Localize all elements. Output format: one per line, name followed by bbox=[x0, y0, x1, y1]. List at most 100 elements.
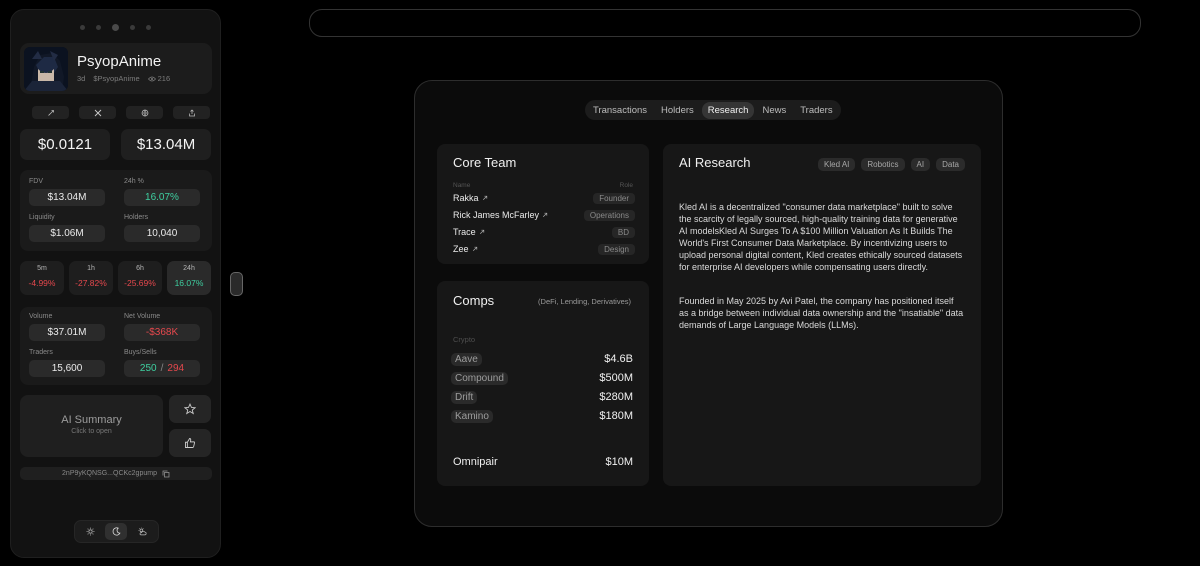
research-tag[interactable]: AI bbox=[910, 158, 931, 171]
ai-summary-button[interactable]: AI Summary Click to open bbox=[20, 395, 163, 457]
team-member-name[interactable]: Trace bbox=[453, 227, 485, 237]
timeframe-5m[interactable]: 5m -4.99% bbox=[20, 261, 64, 295]
timeframe-label: 1h bbox=[87, 265, 95, 272]
like-button[interactable] bbox=[169, 429, 211, 457]
buys-sells-value: 250 / 294 bbox=[124, 360, 200, 377]
moon-icon bbox=[112, 527, 121, 536]
core-team-card: Core Team Name Role Rakka Founder Rick J… bbox=[437, 144, 649, 264]
role-column-header: Role bbox=[619, 182, 633, 189]
token-stats-panel: FDV $13.04M 24h % 16.07% Liquidity $1.06… bbox=[20, 170, 212, 251]
social-links bbox=[32, 106, 210, 119]
token-age: 3d bbox=[77, 74, 86, 83]
x-link-button[interactable] bbox=[79, 106, 116, 119]
team-member-role: Operations bbox=[583, 209, 635, 221]
website-link-button[interactable] bbox=[126, 106, 163, 119]
external-link-icon bbox=[542, 212, 548, 218]
research-tag[interactable]: Robotics bbox=[861, 158, 905, 171]
net-volume-value: -$368K bbox=[124, 324, 200, 341]
timeframe-label: 5m bbox=[37, 265, 47, 272]
timeframe-value: 16.07% bbox=[174, 278, 204, 288]
dark-theme-button[interactable] bbox=[105, 523, 128, 540]
fdv-value: $13.04M bbox=[29, 189, 105, 206]
research-tag[interactable]: Kled AI bbox=[818, 158, 856, 171]
comp-row: Drift $280M bbox=[451, 390, 633, 404]
token-name: PsyopAnime bbox=[77, 53, 162, 70]
tab-transactions[interactable]: Transactions bbox=[587, 102, 653, 119]
comps-subtitle: (DeFi, Lending, Derivatives) bbox=[538, 297, 631, 306]
share-button[interactable] bbox=[173, 106, 210, 119]
copy-icon[interactable] bbox=[162, 470, 170, 478]
team-member-name[interactable]: Rick James McFarley bbox=[453, 210, 548, 220]
comp-value: $280M bbox=[599, 391, 633, 403]
team-member-row[interactable]: Rick James McFarley Operations bbox=[453, 208, 635, 222]
tab-news[interactable]: News bbox=[756, 102, 792, 119]
x-icon bbox=[94, 109, 101, 116]
page-dot[interactable] bbox=[80, 25, 85, 30]
search-bar[interactable] bbox=[309, 9, 1141, 37]
research-tag[interactable]: Data bbox=[936, 158, 965, 171]
market-cap: $13.04M bbox=[121, 129, 211, 160]
rocket-icon bbox=[47, 109, 54, 116]
team-member-name[interactable]: Zee bbox=[453, 244, 478, 254]
self-comp-name: Omnipair bbox=[453, 456, 498, 468]
share-icon bbox=[188, 108, 195, 116]
timeframe-value: -25.69% bbox=[124, 278, 156, 288]
team-member-row[interactable]: Zee Design bbox=[453, 242, 635, 256]
liquidity-value: $1.06M bbox=[29, 225, 105, 242]
comps-title: Comps bbox=[453, 293, 495, 308]
timeframe-6h[interactable]: 6h -25.69% bbox=[118, 261, 162, 295]
buys-count: 250 bbox=[139, 363, 157, 374]
token-meta: 3d $PsyopAnime 216 bbox=[77, 74, 170, 83]
page-dot-active[interactable] bbox=[112, 24, 119, 31]
team-member-row[interactable]: Trace BD bbox=[453, 225, 635, 239]
research-tags: Kled AI Robotics AI Data bbox=[818, 158, 965, 171]
tab-research[interactable]: Research bbox=[701, 101, 755, 119]
page-dot[interactable] bbox=[96, 25, 101, 30]
team-member-role: Design bbox=[598, 243, 635, 255]
comp-row: Compound $500M bbox=[451, 371, 633, 385]
core-team-title: Core Team bbox=[453, 155, 517, 170]
buys-sells-separator: / bbox=[160, 363, 164, 374]
timeframe-1h[interactable]: 1h -27.82% bbox=[69, 261, 113, 295]
volume-panel: Volume $37.01M Net Volume -$368K Traders… bbox=[20, 307, 212, 385]
contract-address[interactable]: 2nP9yKQNSG...QCKc2gpump bbox=[20, 467, 212, 480]
comp-name: Aave bbox=[451, 352, 482, 366]
tab-traders[interactable]: Traders bbox=[794, 102, 838, 119]
light-theme-button[interactable] bbox=[79, 523, 101, 540]
comps-card: Comps (DeFi, Lending, Derivatives) Crypt… bbox=[437, 281, 649, 486]
team-member-row[interactable]: Rakka Founder bbox=[453, 191, 635, 205]
theme-switcher bbox=[74, 520, 159, 543]
launch-link-button[interactable] bbox=[32, 106, 69, 119]
traders-value: 15,600 bbox=[29, 360, 105, 377]
thumbs-up-icon bbox=[185, 438, 196, 448]
research-paragraph: Founded in May 2025 by Avi Patel, the co… bbox=[679, 296, 964, 330]
star-icon bbox=[184, 403, 196, 415]
member-name-text: Zee bbox=[453, 244, 469, 254]
timeframe-label: 24h bbox=[183, 265, 195, 272]
view-count: 216 bbox=[147, 74, 170, 83]
token-sidebar: PsyopAnime 3d $PsyopAnime 216 $0.0121 $1… bbox=[10, 9, 221, 558]
page-dot[interactable] bbox=[146, 25, 151, 30]
team-member-role: Founder bbox=[593, 192, 635, 204]
auto-theme-button[interactable] bbox=[132, 523, 154, 540]
favorite-button[interactable] bbox=[169, 395, 211, 423]
member-name-text: Rick James McFarley bbox=[453, 210, 540, 220]
member-name-text: Rakka bbox=[453, 193, 479, 203]
page-dot[interactable] bbox=[130, 25, 135, 30]
holders-label: Holders bbox=[124, 214, 149, 221]
external-link-icon bbox=[479, 229, 484, 235]
eye-icon bbox=[147, 76, 156, 81]
tab-holders[interactable]: Holders bbox=[655, 102, 700, 119]
timeframe-label: 6h bbox=[136, 265, 144, 272]
volume-label: Volume bbox=[29, 313, 53, 320]
volume-value: $37.01M bbox=[29, 324, 105, 341]
traders-label: Traders bbox=[29, 349, 53, 356]
holders-value: 10,040 bbox=[124, 225, 200, 242]
token-avatar bbox=[24, 47, 68, 91]
token-ticker: $PsyopAnime bbox=[93, 74, 140, 83]
sidebar-resize-handle[interactable] bbox=[230, 272, 243, 296]
timeframe-24h[interactable]: 24h 16.07% bbox=[167, 261, 211, 295]
sells-count: 294 bbox=[167, 363, 185, 374]
team-member-name[interactable]: Rakka bbox=[453, 193, 488, 203]
ai-research-title: AI Research bbox=[679, 155, 751, 170]
